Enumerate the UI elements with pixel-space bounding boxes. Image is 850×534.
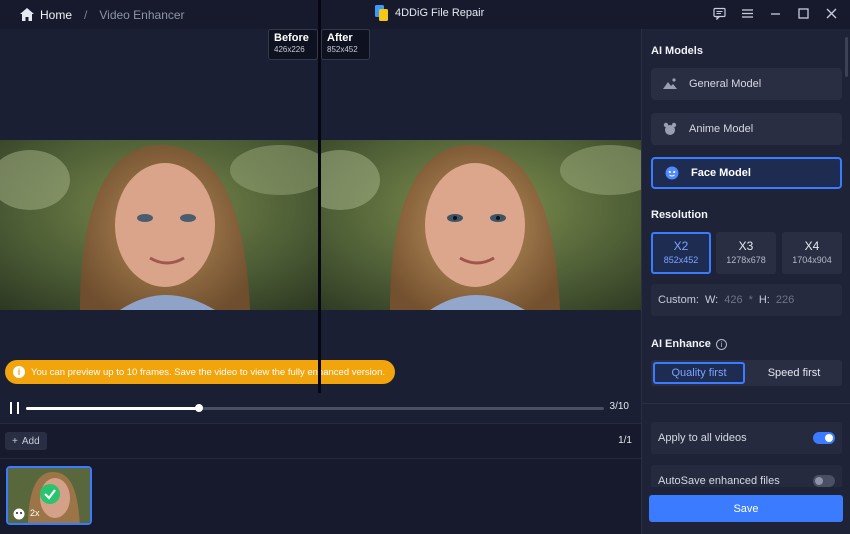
apply-all-label: Apply to all videos [658,432,747,444]
autosave-toggle[interactable] [813,475,835,487]
after-resolution: 852x452 [327,45,358,54]
frame-counter: 3/10 [609,401,629,412]
preview-notice-text: You can preview up to 10 frames. Save th… [31,366,386,378]
before-title: Before [274,32,309,44]
before-resolution: 426x226 [274,45,305,54]
model-face[interactable]: Face Model [651,157,842,189]
file-strip: + Add 1/1 2x [0,423,641,534]
check-icon [40,484,60,504]
model-face-label: Face Model [691,167,751,179]
preview-notice: i You can preview up to 10 frames. Save … [5,360,396,384]
ai-models-title: AI Models [651,45,703,57]
compare-divider[interactable] [318,0,321,393]
resolution-x4-size: 1704x904 [792,255,832,265]
resolution-x2-scale: X2 [673,239,689,253]
plus-icon: + [12,435,18,447]
strip-divider [0,458,641,459]
progress-fill [26,407,200,410]
breadcrumb: Home / Video Enhancer [20,8,185,22]
app-name: 4DDiG File Repair [395,7,485,19]
autosave-knob [815,477,823,485]
add-label: Add [21,435,40,447]
resolution-x4-scale: X4 [804,239,820,253]
apply-all-row: Apply to all videos [651,422,842,454]
save-button[interactable]: Save [649,495,843,522]
panel-divider [642,403,850,404]
landscape-icon [663,78,677,89]
app-title: 4DDiG File Repair [375,5,484,21]
home-icon[interactable] [20,8,34,21]
width-input[interactable]: 426 [724,294,742,306]
pause-icon[interactable] [10,402,19,414]
multiply-sign: * [748,294,753,306]
add-button[interactable]: + Add [5,432,47,450]
model-anime-label: Anime Model [689,123,754,135]
resolution-x3-scale: X3 [738,239,754,253]
ai-enhance-heading: AI Enhance i [651,338,727,350]
resolution-title: Resolution [651,209,708,221]
autosave-label: AutoSave enhanced files [658,475,780,487]
face-icon [665,166,679,180]
close-icon[interactable] [825,7,838,20]
anime-icon [663,122,677,135]
face-model-icon [13,508,25,520]
resolution-x3[interactable]: X3 1278x678 [716,232,776,274]
settings-panel: AI Models General Model Anime Model Face… [641,29,850,534]
minimize-icon[interactable] [769,7,782,20]
apply-all-toggle[interactable] [813,432,835,444]
feedback-icon[interactable] [713,7,726,20]
width-label: W: [704,294,719,306]
progress-handle[interactable] [195,404,204,412]
video-thumbnail[interactable]: 2x [6,466,92,525]
app-logo-icon [375,5,388,21]
breadcrumb-home[interactable]: Home [40,8,72,22]
window-controls [713,7,838,20]
maximize-icon[interactable] [797,7,810,20]
ai-enhance-title: AI Enhance [651,338,711,350]
speed-first-option[interactable]: Speed first [748,362,840,384]
save-bar: Save [642,487,850,534]
info-icon: i [13,366,25,378]
quality-first-option[interactable]: Quality first [653,362,745,384]
custom-resolution: Custom: W: 426 * H: 226 [651,284,842,316]
enhance-toggle-group: Quality first Speed first [651,360,842,386]
model-general[interactable]: General Model [651,68,842,100]
custom-label: Custom: [658,294,699,306]
after-title: After [327,32,353,44]
after-image [320,140,641,310]
help-icon[interactable]: i [715,338,727,350]
title-bar: Home / Video Enhancer 4DDiG File Repair [0,0,850,29]
model-anime[interactable]: Anime Model [651,113,842,145]
before-image [0,140,318,310]
resolution-x2-size: 852x452 [663,255,699,265]
height-label: H: [758,294,770,306]
resolution-x3-size: 1278x678 [726,255,766,265]
height-input[interactable]: 226 [776,294,794,306]
progress-track[interactable] [26,404,604,412]
page-counter: 1/1 [618,435,632,446]
after-label: After 852x452 [321,29,370,60]
model-general-label: General Model [689,78,762,90]
apply-all-knob [825,434,833,442]
panel-scrollbar[interactable] [845,37,848,77]
resolution-x4[interactable]: X4 1704x904 [782,232,842,274]
playback-bar: 3/10 [0,394,641,422]
breadcrumb-separator: / [84,7,88,22]
before-label: Before 426x226 [268,29,318,60]
thumbnail-scale: 2x [30,508,40,518]
menu-icon[interactable] [741,7,754,20]
breadcrumb-current: Video Enhancer [99,7,185,22]
resolution-x2[interactable]: X2 852x452 [651,232,711,274]
